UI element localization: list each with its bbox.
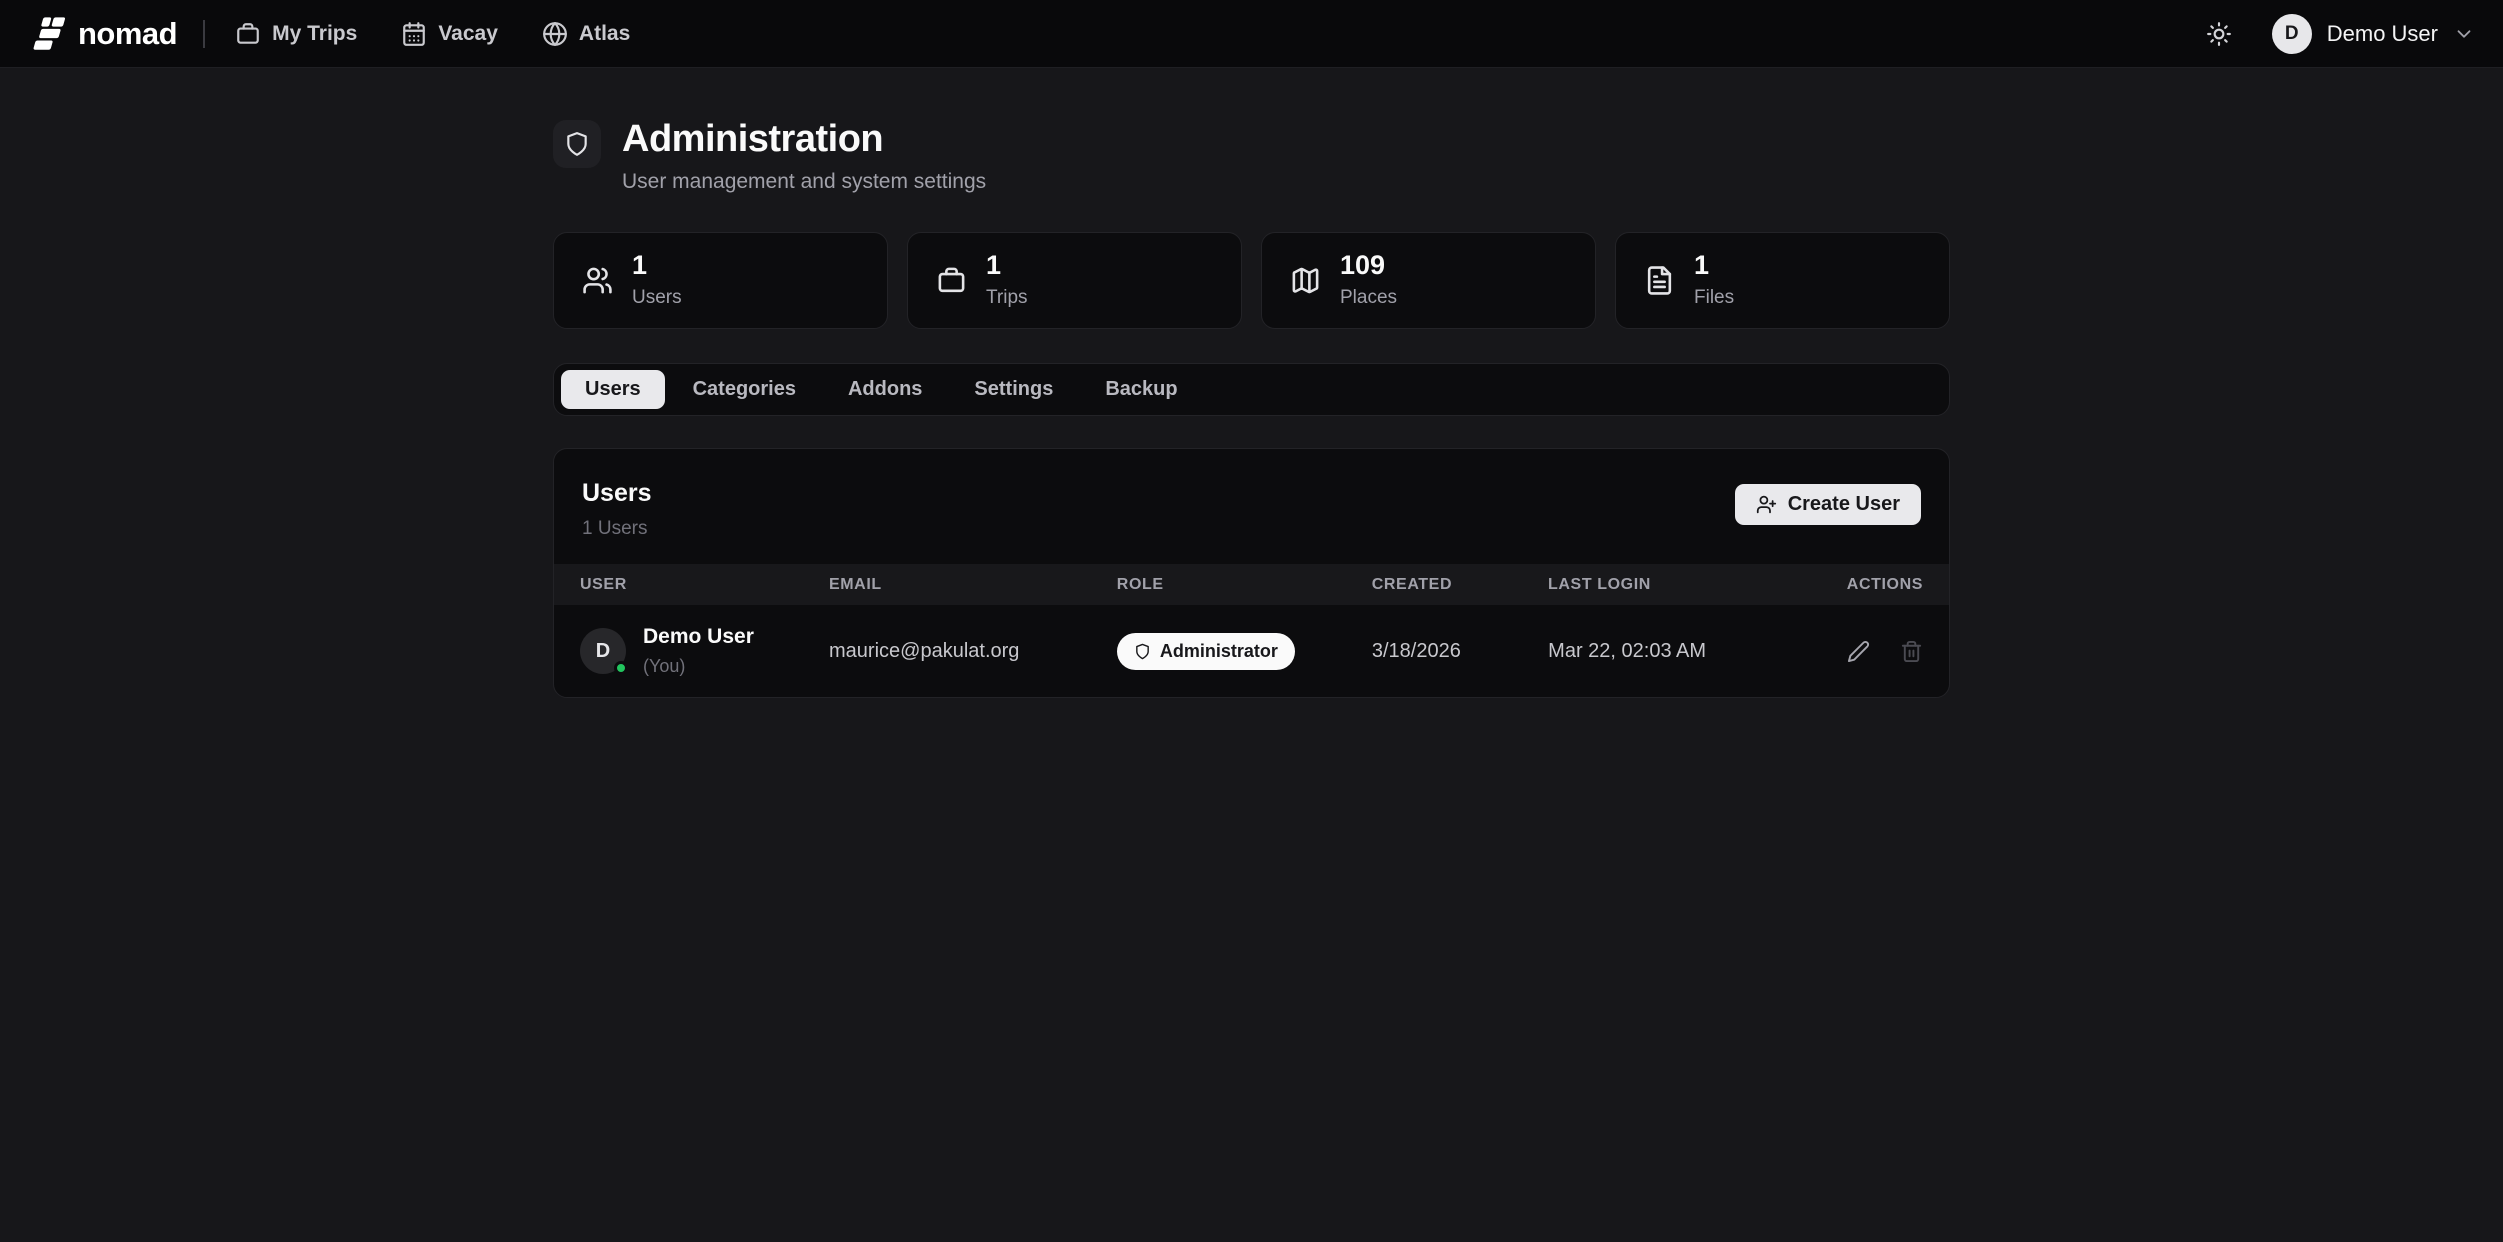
map-icon — [1290, 265, 1321, 296]
briefcase-icon — [235, 21, 261, 47]
create-user-label: Create User — [1788, 493, 1900, 516]
column-email: Email — [829, 576, 1117, 594]
row-last-login: Mar 22, 02:03 AM — [1548, 640, 1847, 663]
stat-value: 1 — [1694, 252, 1734, 279]
stat-card-users: 1 Users — [553, 232, 888, 329]
stat-label: Places — [1340, 287, 1397, 309]
page-title: Administration — [622, 118, 986, 161]
admin-tabs: Users Categories Addons Settings Backup — [553, 363, 1950, 416]
sun-icon — [2206, 21, 2232, 47]
nav-item-label: Vacay — [438, 22, 498, 46]
stat-card-places: 109 Places — [1261, 232, 1596, 329]
page-header: Administration User management and syste… — [553, 118, 1950, 194]
users-icon — [582, 265, 613, 296]
users-panel: Users 1 Users Create User User Email Rol… — [553, 448, 1950, 698]
row-actions — [1847, 640, 1923, 663]
nav-links: My Trips Vacay Atlas — [235, 21, 630, 47]
stat-value: 1 — [632, 252, 682, 279]
stat-cards: 1 Users 1 Trips 109 — [553, 232, 1950, 329]
avatar: D — [580, 628, 626, 674]
table-header: User Email Role Created Last Login Actio… — [554, 564, 1949, 605]
nav-item-my-trips[interactable]: My Trips — [235, 21, 357, 47]
table-row: D Demo User (You) maurice@pakulat.org — [554, 605, 1949, 697]
avatar: D — [2272, 14, 2312, 54]
stat-card-files: 1 Files — [1615, 232, 1950, 329]
stat-card-trips: 1 Trips — [907, 232, 1242, 329]
column-actions: Actions — [1847, 576, 1923, 594]
row-user-name: Demo User — [643, 625, 754, 649]
brand-name: nomad — [78, 16, 177, 52]
nav-divider — [203, 20, 205, 48]
nav-item-vacay[interactable]: Vacay — [401, 21, 498, 47]
nav-item-label: Atlas — [579, 22, 630, 46]
theme-toggle-button[interactable] — [2206, 21, 2232, 47]
stat-label: Users — [632, 287, 682, 309]
shield-icon — [1134, 643, 1151, 660]
nav-item-label: My Trips — [272, 22, 357, 46]
role-badge: Administrator — [1117, 633, 1295, 670]
admin-page: Administration User management and syste… — [553, 68, 1950, 698]
file-icon — [1644, 265, 1675, 296]
tab-settings[interactable]: Settings — [950, 370, 1077, 409]
delete-user-button[interactable] — [1900, 640, 1923, 663]
tab-addons[interactable]: Addons — [824, 370, 946, 409]
tab-backup[interactable]: Backup — [1081, 370, 1201, 409]
column-created: Created — [1372, 576, 1548, 594]
nav-right: D Demo User — [2206, 14, 2475, 54]
calendar-icon — [401, 21, 427, 47]
row-created: 3/18/2026 — [1372, 640, 1548, 663]
briefcase-icon — [936, 265, 967, 296]
stat-value: 109 — [1340, 252, 1397, 279]
column-last-login: Last Login — [1548, 576, 1847, 594]
nav-item-atlas[interactable]: Atlas — [542, 21, 630, 47]
chevron-down-icon — [2453, 23, 2475, 45]
shield-icon — [553, 120, 601, 168]
page-header-text: Administration User management and syste… — [622, 118, 986, 194]
pencil-icon — [1847, 640, 1870, 663]
tab-categories[interactable]: Categories — [669, 370, 820, 409]
edit-user-button[interactable] — [1847, 640, 1870, 663]
page-subtitle: User management and system settings — [622, 170, 986, 194]
stat-label: Trips — [986, 287, 1028, 309]
users-count: 1 Users — [582, 518, 652, 540]
user-plus-icon — [1756, 494, 1777, 515]
column-role: Role — [1117, 576, 1372, 594]
users-panel-title-block: Users 1 Users — [582, 479, 652, 540]
row-role-cell: Administrator — [1117, 633, 1372, 670]
user-cell: D Demo User (You) — [580, 625, 829, 677]
role-label: Administrator — [1160, 641, 1278, 662]
tab-users[interactable]: Users — [561, 370, 665, 409]
top-navigation: nomad My Trips Vacay — [0, 0, 2503, 68]
stat-value: 1 — [986, 252, 1028, 279]
nomad-logo-icon — [28, 15, 65, 52]
users-panel-header: Users 1 Users Create User — [554, 449, 1949, 564]
panel-title: Users — [582, 479, 652, 508]
user-menu[interactable]: D Demo User — [2272, 14, 2475, 54]
row-you-label: (You) — [643, 656, 754, 677]
user-name: Demo User — [2327, 21, 2438, 47]
stat-label: Files — [1694, 287, 1734, 309]
create-user-button[interactable]: Create User — [1735, 484, 1921, 525]
globe-icon — [542, 21, 568, 47]
column-user: User — [580, 576, 829, 594]
trash-icon — [1900, 640, 1923, 663]
row-email: maurice@pakulat.org — [829, 640, 1117, 663]
online-status-dot — [614, 661, 628, 675]
brand-logo[interactable]: nomad — [28, 15, 177, 52]
